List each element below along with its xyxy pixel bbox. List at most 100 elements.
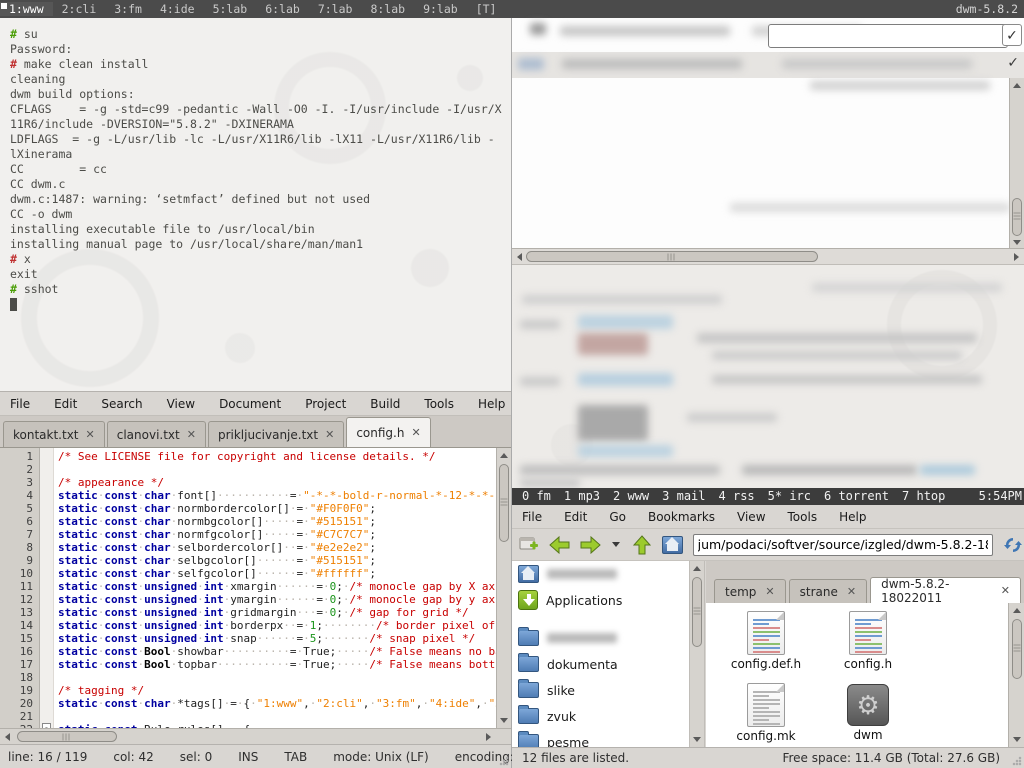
resize-grip-icon[interactable] <box>1012 756 1022 766</box>
filemanager-menu-edit[interactable]: Edit <box>564 510 587 524</box>
editor-horizontal-scrollbar[interactable] <box>0 728 511 744</box>
tab-close-icon[interactable]: ✕ <box>765 585 774 598</box>
editor-tab-config.h[interactable]: config.h✕ <box>346 417 430 447</box>
check-icon[interactable]: ✓ <box>1007 55 1019 71</box>
path-input[interactable] <box>693 534 994 556</box>
editor-menu-tools[interactable]: Tools <box>424 397 454 411</box>
filemanager-menu-view[interactable]: View <box>737 510 765 524</box>
scroll-up-icon[interactable] <box>690 562 703 575</box>
history-dropdown-icon[interactable] <box>610 534 622 556</box>
up-button[interactable] <box>631 534 653 556</box>
scroll-left-icon[interactable] <box>513 250 526 263</box>
sidebar-item-Applications[interactable]: Applications <box>512 587 689 613</box>
editor-menu-view[interactable]: View <box>167 397 195 411</box>
new-tab-button[interactable] <box>518 534 540 556</box>
vertical-scrollbar[interactable] <box>1009 78 1024 250</box>
scroll-down-icon[interactable] <box>497 714 510 727</box>
scroll-right-icon[interactable] <box>1010 250 1023 263</box>
tab-close-icon[interactable]: ✕ <box>411 426 420 439</box>
sidebar-item-zvuk[interactable]: zvuk <box>512 703 689 729</box>
scroll-down-icon[interactable] <box>1010 733 1023 746</box>
reload-button[interactable] <box>1002 534 1024 556</box>
editor-menu-document[interactable]: Document <box>219 397 281 411</box>
scroll-down-icon[interactable] <box>690 733 703 746</box>
filemanager-menu-tools[interactable]: Tools <box>788 510 818 524</box>
fileview-scrollbar[interactable] <box>1008 603 1024 747</box>
editor-menu-search[interactable]: Search <box>101 397 142 411</box>
fm-tab-dwm-5.8.2-18022011[interactable]: dwm-5.8.2-18022011✕ <box>870 577 1021 603</box>
editor-menu-help[interactable]: Help <box>478 397 505 411</box>
blurred-window-top[interactable]: ✓ ✓ <box>512 18 1024 265</box>
fm-tab-temp[interactable]: temp✕ <box>714 579 786 603</box>
editor-menu-build[interactable]: Build <box>370 397 400 411</box>
dwm-tag-7-lab[interactable]: 7:lab <box>309 2 362 16</box>
editor-tab-kontakt.txt[interactable]: kontakt.txt✕ <box>3 421 105 447</box>
filemanager-menu-go[interactable]: Go <box>609 510 626 524</box>
blurred-window-irc[interactable] <box>512 265 1024 488</box>
sidebar-scrollbar[interactable] <box>690 561 705 747</box>
screen-window-2www[interactable]: 2 www <box>613 489 649 503</box>
screen-window-4rss[interactable]: 4 rss <box>719 489 755 503</box>
tab-close-icon[interactable]: ✕ <box>187 428 196 441</box>
dwm-tag-3-fm[interactable]: 3:fm <box>105 2 151 16</box>
resize-grip-icon[interactable] <box>499 756 509 766</box>
editor-menu-edit[interactable]: Edit <box>54 397 77 411</box>
scrollbar-thumb[interactable] <box>1012 619 1022 679</box>
home-button[interactable] <box>662 534 684 556</box>
screen-window-1mp3[interactable]: 1 mp3 <box>564 489 600 503</box>
sidebar-item-dokumenta[interactable]: dokumenta <box>512 651 689 677</box>
back-button[interactable] <box>549 534 571 556</box>
sidebar-item-pesme[interactable]: pesme <box>512 729 689 747</box>
screen-window-5irc[interactable]: 5* irc <box>768 489 811 503</box>
tab-close-icon[interactable]: ✕ <box>86 428 95 441</box>
file-item-dwm[interactable]: ⚙dwm <box>820 683 916 742</box>
dwm-tag-6-lab[interactable]: 6:lab <box>256 2 309 16</box>
file-item-config.def.h[interactable]: config.def.h <box>718 611 814 671</box>
dwm-tag-4-ide[interactable]: 4:ide <box>151 2 204 16</box>
filemanager-menu-bookmarks[interactable]: Bookmarks <box>648 510 715 524</box>
screen-window-3mail[interactable]: 3 mail <box>662 489 705 503</box>
file-item-config.h[interactable]: config.h <box>820 611 916 671</box>
sidebar-item-blurred-0[interactable] <box>512 561 689 587</box>
scroll-up-icon[interactable] <box>1010 604 1023 617</box>
file-item-config.mk[interactable]: config.mk <box>718 683 814 743</box>
editor-menu-project[interactable]: Project <box>305 397 346 411</box>
scrollbar-thumb[interactable] <box>526 251 818 262</box>
dwm-tag-5-lab[interactable]: 5:lab <box>204 2 257 16</box>
screen-window-0fm[interactable]: 0 fm <box>522 489 551 503</box>
dwm-tag-1-www[interactable]: 1:www <box>0 2 53 16</box>
editor-vertical-scrollbar[interactable] <box>496 448 511 728</box>
screen-window-6torrent[interactable]: 6 torrent <box>824 489 889 503</box>
sidebar-item-slike[interactable]: slike <box>512 677 689 703</box>
dwm-tag-8-lab[interactable]: 8:lab <box>361 2 414 16</box>
filemanager-menu-file[interactable]: File <box>522 510 542 524</box>
fm-tab-strane[interactable]: strane✕ <box>789 579 867 603</box>
scrollbar-thumb[interactable] <box>499 464 509 542</box>
dwm-layout-symbol[interactable]: [T] <box>467 0 506 18</box>
editor-code-area[interactable]: /* See LICENSE file for copyright and li… <box>54 448 496 728</box>
screen-window-7htop[interactable]: 7 htop <box>902 489 945 503</box>
forward-button[interactable] <box>580 534 602 556</box>
scroll-up-icon[interactable] <box>1010 79 1023 92</box>
dwm-tag-2-cli[interactable]: 2:cli <box>53 2 106 16</box>
horizontal-scrollbar[interactable] <box>512 248 1024 264</box>
filemanager-menu-help[interactable]: Help <box>839 510 866 524</box>
sidebar-item-blurred-2[interactable] <box>512 625 689 651</box>
scroll-right-icon[interactable] <box>482 730 495 743</box>
terminal-window[interactable]: # suPassword:# make clean installcleanin… <box>0 18 511 392</box>
dwm-tag-9-lab[interactable]: 9:lab <box>414 2 467 16</box>
editor-tab-prikljucivanje.txt[interactable]: prikljucivanje.txt✕ <box>208 421 344 447</box>
tab-close-icon[interactable]: ✕ <box>847 585 856 598</box>
scroll-up-icon[interactable] <box>497 449 510 462</box>
scrollbar-thumb[interactable] <box>692 577 702 647</box>
blurred-input-field[interactable] <box>768 24 1008 48</box>
checkbox-checked[interactable]: ✓ <box>1002 24 1022 46</box>
editor-tab-clanovi.txt[interactable]: clanovi.txt✕ <box>107 421 206 447</box>
tab-close-icon[interactable]: ✕ <box>325 428 334 441</box>
file-view[interactable]: config.def.hconfig.hconfig.mk⚙dwm <box>706 603 1008 747</box>
scrollbar-thumb[interactable] <box>17 731 117 742</box>
scrollbar-thumb[interactable] <box>1012 198 1022 236</box>
tab-close-icon[interactable]: ✕ <box>1001 584 1010 597</box>
scroll-left-icon[interactable] <box>1 730 14 743</box>
editor-menu-file[interactable]: File <box>10 397 30 411</box>
